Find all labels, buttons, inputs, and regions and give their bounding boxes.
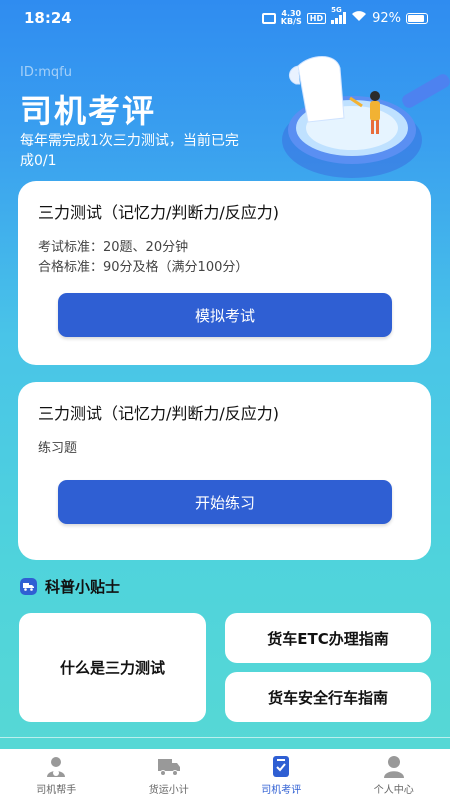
- tab-label: 个人中心: [373, 785, 414, 796]
- status-icons: 4.30 KB/S HD 5G 92%: [261, 6, 428, 26]
- page-title: 司机考评: [20, 92, 157, 130]
- divider: [0, 737, 450, 738]
- driver-icon: [47, 757, 66, 777]
- exam-standard: 考试标准：20题、20分钟: [38, 240, 189, 255]
- status-time: 18:24: [24, 9, 72, 27]
- clipboard-check-icon: [273, 756, 290, 777]
- tips-heading: 科普小贴士: [20, 576, 120, 597]
- card-title: 三力测试（记忆力/判断力/反应力): [38, 203, 280, 222]
- card-title: 三力测试（记忆力/判断力/反应力): [38, 404, 280, 423]
- tip-what-is-test[interactable]: 什么是三力测试: [19, 613, 206, 722]
- mock-exam-card: 三力测试（记忆力/判断力/反应力) 考试标准：20题、20分钟 合格标准：90分…: [18, 181, 431, 365]
- tab-label: 货运小计: [148, 785, 189, 796]
- tab-driver-helper[interactable]: 司机帮手: [0, 749, 113, 800]
- tips-heading-label: 科普小贴士: [45, 578, 121, 596]
- start-practice-button[interactable]: 开始练习: [58, 480, 392, 524]
- pass-standard: 合格标准：90分及格（满分100分）: [38, 260, 249, 275]
- wifi-icon: [351, 10, 367, 26]
- battery-percent: 92%: [372, 10, 401, 26]
- network-speed: 4.30 KB/S: [280, 9, 302, 26]
- tab-freight-calc[interactable]: 货运小计: [113, 749, 226, 800]
- practice-label: 练习题: [38, 441, 78, 456]
- hd-icon: HD: [306, 12, 327, 24]
- page-subtitle: 每年需完成1次三力测试，当前已完成0/1: [20, 133, 239, 169]
- tab-label: 司机帮手: [36, 785, 77, 796]
- cell-signal-icon: 5G: [331, 6, 347, 24]
- truck-icon: [20, 578, 37, 595]
- truck-icon: [157, 759, 180, 776]
- tip-safety-guide[interactable]: 货车安全行车指南: [225, 672, 431, 722]
- mock-exam-button[interactable]: 模拟考试: [58, 293, 392, 337]
- tab-label: 司机考评: [261, 785, 302, 796]
- person-icon: [383, 756, 404, 778]
- vibrate-icon: [261, 12, 276, 24]
- practice-card: 三力测试（记忆力/判断力/反应力) 练习题 开始练习: [18, 382, 431, 560]
- battery-icon: [406, 12, 428, 24]
- tip-etc-guide[interactable]: 货车ETC办理指南: [225, 613, 431, 663]
- magnifier-illustration: [240, 44, 450, 194]
- user-id: ID:mqfu: [20, 65, 72, 80]
- tab-personal-center[interactable]: 个人中心: [338, 749, 450, 800]
- status-bar: 18:24 4.30 KB/S HD 5G 92%: [0, 0, 450, 36]
- tab-driver-evaluation[interactable]: 司机考评: [225, 749, 338, 800]
- bottom-tab-bar: 司机帮手 货运小计 司机考评 个人中心: [0, 749, 450, 800]
